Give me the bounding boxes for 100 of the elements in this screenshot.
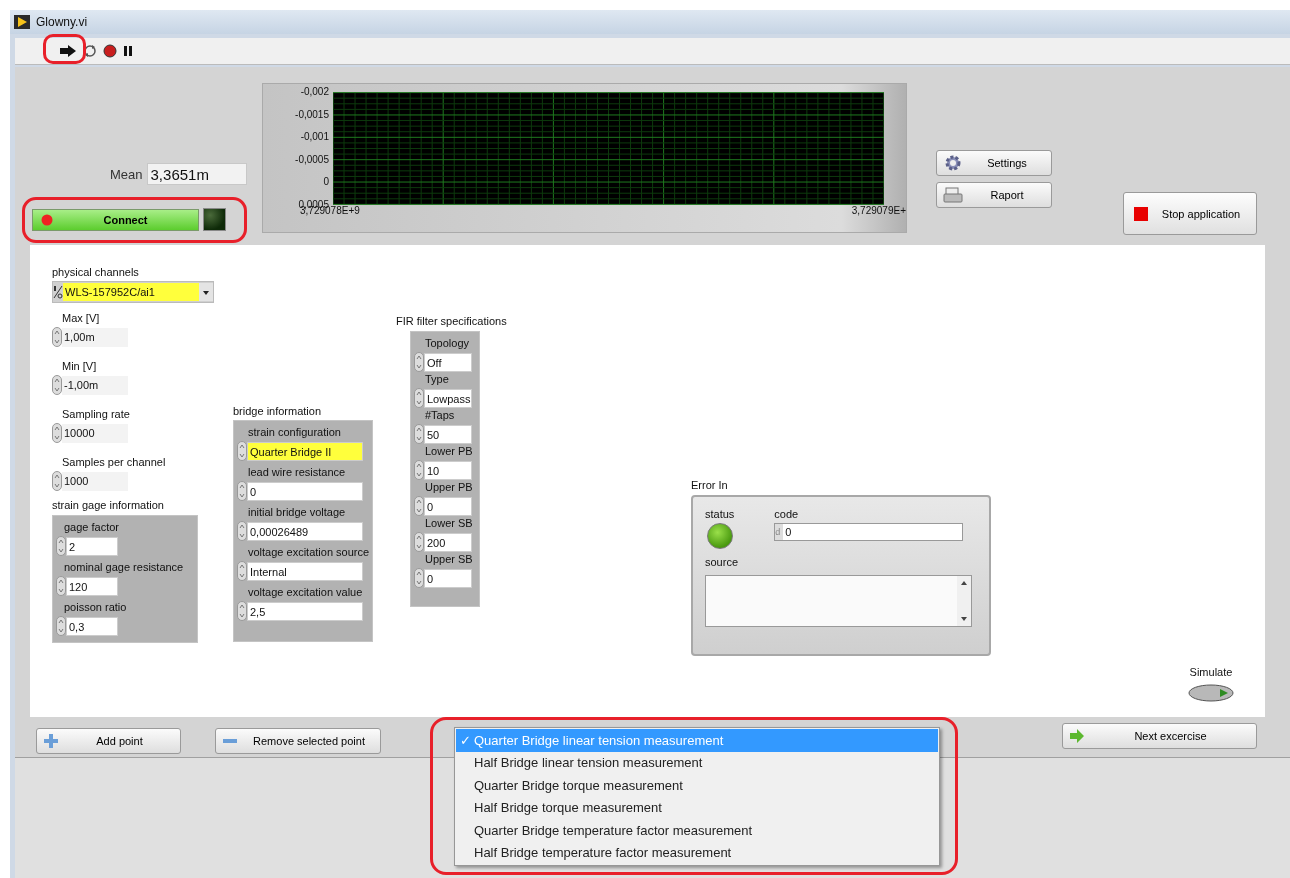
- field-label: Sampling rate: [61, 407, 131, 421]
- numeric-field[interactable]: 0: [247, 481, 363, 501]
- numeric-field[interactable]: Off: [424, 352, 472, 372]
- run-arrow-icon[interactable]: [59, 44, 77, 58]
- numeric-field[interactable]: 0: [424, 496, 472, 516]
- run-continuously-icon[interactable]: [83, 44, 97, 58]
- field-label: source: [705, 555, 740, 569]
- field-label: voltage excitation value: [247, 585, 364, 599]
- field-label: initial bridge voltage: [247, 505, 347, 519]
- numeric-field[interactable]: 2: [66, 536, 118, 556]
- menu-item[interactable]: Half Bridge linear tension measurement: [456, 751, 938, 774]
- field-label: Samples per channel: [61, 455, 166, 469]
- spinner-button[interactable]: [237, 481, 247, 501]
- menu-item[interactable]: Half Bridge torque measurement: [456, 796, 938, 819]
- axis-tick-label: 3,729079E+: [851, 205, 906, 217]
- axis-tick-label: 0: [323, 176, 329, 189]
- numeric-field[interactable]: Internal: [247, 561, 363, 581]
- spinner-button[interactable]: [52, 471, 62, 491]
- spinner-button[interactable]: [414, 460, 424, 480]
- next-button[interactable]: Next excercise: [1062, 723, 1257, 749]
- dropdown-value: WLS-157952C/ai1: [63, 283, 199, 301]
- spinner-button[interactable]: [414, 568, 424, 588]
- group-label: strain gage information: [52, 499, 164, 511]
- window-title: Glowny.vi: [36, 15, 88, 29]
- channel-icon: [53, 284, 63, 300]
- field-label: Mean: [110, 166, 143, 182]
- spinner-button[interactable]: [237, 441, 247, 461]
- numeric-field[interactable]: Lowpass: [424, 388, 472, 408]
- axis-tick-label: -0,0015: [295, 108, 329, 121]
- field-label: Simulate: [1189, 665, 1233, 679]
- add-point-button[interactable]: Add point: [36, 728, 181, 754]
- pause-icon[interactable]: [123, 45, 133, 57]
- numeric-field[interactable]: 120: [66, 576, 118, 596]
- spinner-button[interactable]: [52, 423, 62, 443]
- menu-item[interactable]: Quarter Bridge torque measurement: [456, 774, 938, 797]
- stop-icon: [1134, 206, 1148, 221]
- channel-dropdown[interactable]: WLS-157952C/ai1: [52, 281, 214, 303]
- spinner-button[interactable]: [52, 375, 62, 395]
- numeric-field[interactable]: 0: [424, 568, 472, 588]
- field-label: Upper PB: [424, 480, 474, 494]
- field-label: strain configuration: [247, 425, 342, 439]
- gear-icon: [943, 153, 963, 173]
- abort-icon[interactable]: [103, 44, 117, 58]
- field-label: #Taps: [424, 408, 456, 422]
- spinner-button[interactable]: [414, 388, 424, 408]
- mean-indicator: 3,3651m: [146, 163, 247, 185]
- numeric-field[interactable]: 10: [424, 460, 472, 480]
- spinner-button[interactable]: [414, 496, 424, 516]
- field-label: Type: [424, 372, 450, 386]
- numeric-field[interactable]: 50: [424, 424, 472, 444]
- spinner-button[interactable]: [414, 352, 424, 372]
- spinner-button[interactable]: [237, 561, 247, 581]
- check-mark: ✓: [460, 732, 472, 748]
- source-field[interactable]: [705, 575, 972, 627]
- field-label: Max [V]: [61, 311, 101, 325]
- axis-tick-label: -0,0005: [295, 153, 329, 166]
- spinner-button[interactable]: [414, 532, 424, 552]
- axis-tick-label: -0,002: [300, 86, 329, 98]
- field-label: gage factor: [63, 520, 121, 534]
- numeric-field[interactable]: 200: [424, 532, 472, 552]
- spinner-button[interactable]: [237, 521, 247, 541]
- printer-icon: [943, 185, 963, 205]
- settings-button[interactable]: Settings: [936, 150, 1052, 176]
- field-label: code: [774, 507, 800, 521]
- report-button[interactable]: Raport: [936, 182, 1052, 208]
- spinner-button[interactable]: [414, 424, 424, 444]
- menu-item[interactable]: Quarter Bridge temperature factor measurement: [456, 819, 938, 842]
- spinner-button[interactable]: [237, 601, 247, 621]
- group-label: Error In: [691, 479, 728, 491]
- field-label: physical channels: [52, 265, 140, 279]
- field-label: Lower PB: [424, 444, 474, 458]
- stop-button[interactable]: Stop application: [1123, 192, 1257, 235]
- field-label: voltage excitation source: [247, 545, 369, 559]
- spinner-button[interactable]: [56, 616, 66, 636]
- axis-tick-label: -0,001: [300, 131, 329, 144]
- field-label: Lower SB: [424, 516, 474, 530]
- connect-button[interactable]: Connect: [32, 209, 199, 231]
- numeric-field[interactable]: 0,00026489: [247, 521, 363, 541]
- spinner-button[interactable]: [52, 327, 62, 347]
- remove-point-button[interactable]: Remove selected point: [215, 728, 381, 754]
- field-label: Topology: [424, 336, 471, 350]
- radix-label: d: [775, 524, 784, 540]
- spinner-button[interactable]: [56, 536, 66, 556]
- code-field[interactable]: d 0: [774, 523, 964, 541]
- plus-icon: [43, 733, 59, 749]
- numeric-field[interactable]: 0,3: [66, 616, 118, 636]
- app-icon: [14, 15, 30, 29]
- field-label: Min [V]: [61, 359, 98, 373]
- field-label: nominal gage resistance: [63, 560, 185, 574]
- group-label: bridge information: [233, 405, 322, 417]
- field-label: lead wire resistance: [247, 465, 347, 479]
- numeric-field[interactable]: Quarter Bridge II: [247, 441, 363, 461]
- spinner-button[interactable]: [56, 576, 66, 596]
- scrollbar[interactable]: [957, 576, 971, 626]
- numeric-field[interactable]: 2,5: [247, 601, 363, 621]
- toggle-switch[interactable]: [1188, 684, 1234, 702]
- menu-item[interactable]: Half Bridge temperature factor measurement: [456, 841, 938, 864]
- indicator-icon: [41, 214, 53, 226]
- field-label: status: [705, 507, 735, 521]
- field-value: 0: [784, 526, 792, 538]
